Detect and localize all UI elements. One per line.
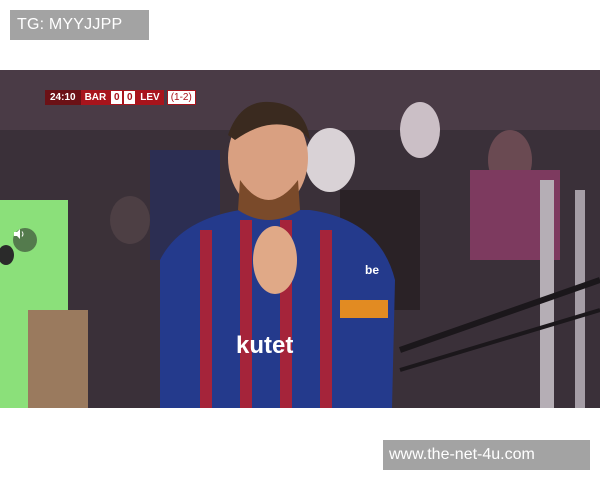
sleeve-sponsor-text: be — [365, 263, 379, 277]
scorebug: 24:10 BAR 0 0 LEV (1-2) — [45, 90, 196, 105]
away-score: 0 — [123, 90, 137, 105]
match-clock: 24:10 — [45, 90, 81, 105]
home-team-label: BAR — [80, 90, 111, 105]
home-score: 0 — [110, 90, 124, 105]
top-tag-label: TG: MYYJJPP — [10, 10, 149, 40]
video-still: kutet be — [0, 70, 600, 408]
aggregate-score: (1-2) — [166, 90, 196, 105]
shirt-sponsor-text: kutet — [236, 332, 293, 359]
video-frame[interactable]: kutet be 24:10 BAR 0 0 LEV (1-2) — [0, 70, 600, 408]
speaker-icon — [14, 229, 24, 239]
mute-button[interactable] — [13, 228, 37, 252]
bottom-watermark-label: www.the-net-4u.com — [383, 440, 590, 470]
away-team-label: LEV — [136, 90, 164, 105]
